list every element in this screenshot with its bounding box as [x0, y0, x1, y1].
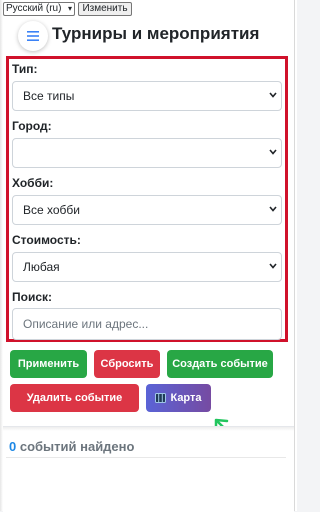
results-label: событий найдено: [16, 439, 135, 454]
page-title: Турниры и мероприятия: [52, 24, 260, 43]
map-button[interactable]: Карта: [146, 384, 211, 412]
create-event-button[interactable]: Создать событие: [167, 350, 273, 378]
frame-edge-right: [294, 0, 295, 511]
menu-button[interactable]: [18, 21, 48, 51]
city-select[interactable]: [12, 138, 282, 168]
results-panel: 0 событий найдено: [3, 426, 294, 512]
chevron-down-icon: [269, 263, 277, 269]
results-summary: 0 событий найдено: [9, 439, 134, 454]
delete-event-button[interactable]: Удалить событие: [10, 384, 139, 412]
cost-label: Стоимость:: [12, 233, 81, 247]
divider: [6, 457, 286, 458]
language-select[interactable]: Русский (ru) ▾: [3, 2, 75, 16]
reset-button[interactable]: Сбросить: [94, 350, 160, 378]
city-label: Город:: [12, 119, 52, 133]
chevron-down-icon: [269, 206, 277, 212]
hobby-select[interactable]: Все хобби: [12, 195, 282, 225]
chevron-down-icon: [269, 92, 277, 98]
type-select[interactable]: Все типы: [12, 81, 282, 111]
change-language-button[interactable]: Изменить: [78, 2, 132, 16]
search-input[interactable]: Описание или адрес...: [12, 308, 282, 340]
map-icon: [155, 393, 167, 404]
chevron-down-icon: ▾: [67, 4, 72, 13]
search-label: Поиск:: [12, 290, 53, 304]
hobby-label: Хобби:: [12, 176, 54, 190]
apply-button[interactable]: Применить: [10, 350, 87, 378]
filters-panel: Тип: Все типы Город: Хобби: Все хобби Ст…: [6, 56, 288, 342]
cost-select-value: Любая: [23, 260, 60, 274]
hobby-select-value: Все хобби: [23, 203, 80, 217]
type-select-value: Все типы: [23, 89, 75, 103]
type-label: Тип:: [12, 62, 38, 76]
hamburger-icon: [27, 31, 39, 41]
cost-select[interactable]: Любая: [12, 252, 282, 282]
language-select-value: Русский (ru): [6, 3, 62, 14]
chevron-down-icon: [269, 149, 277, 155]
map-button-label: Карта: [170, 392, 202, 404]
